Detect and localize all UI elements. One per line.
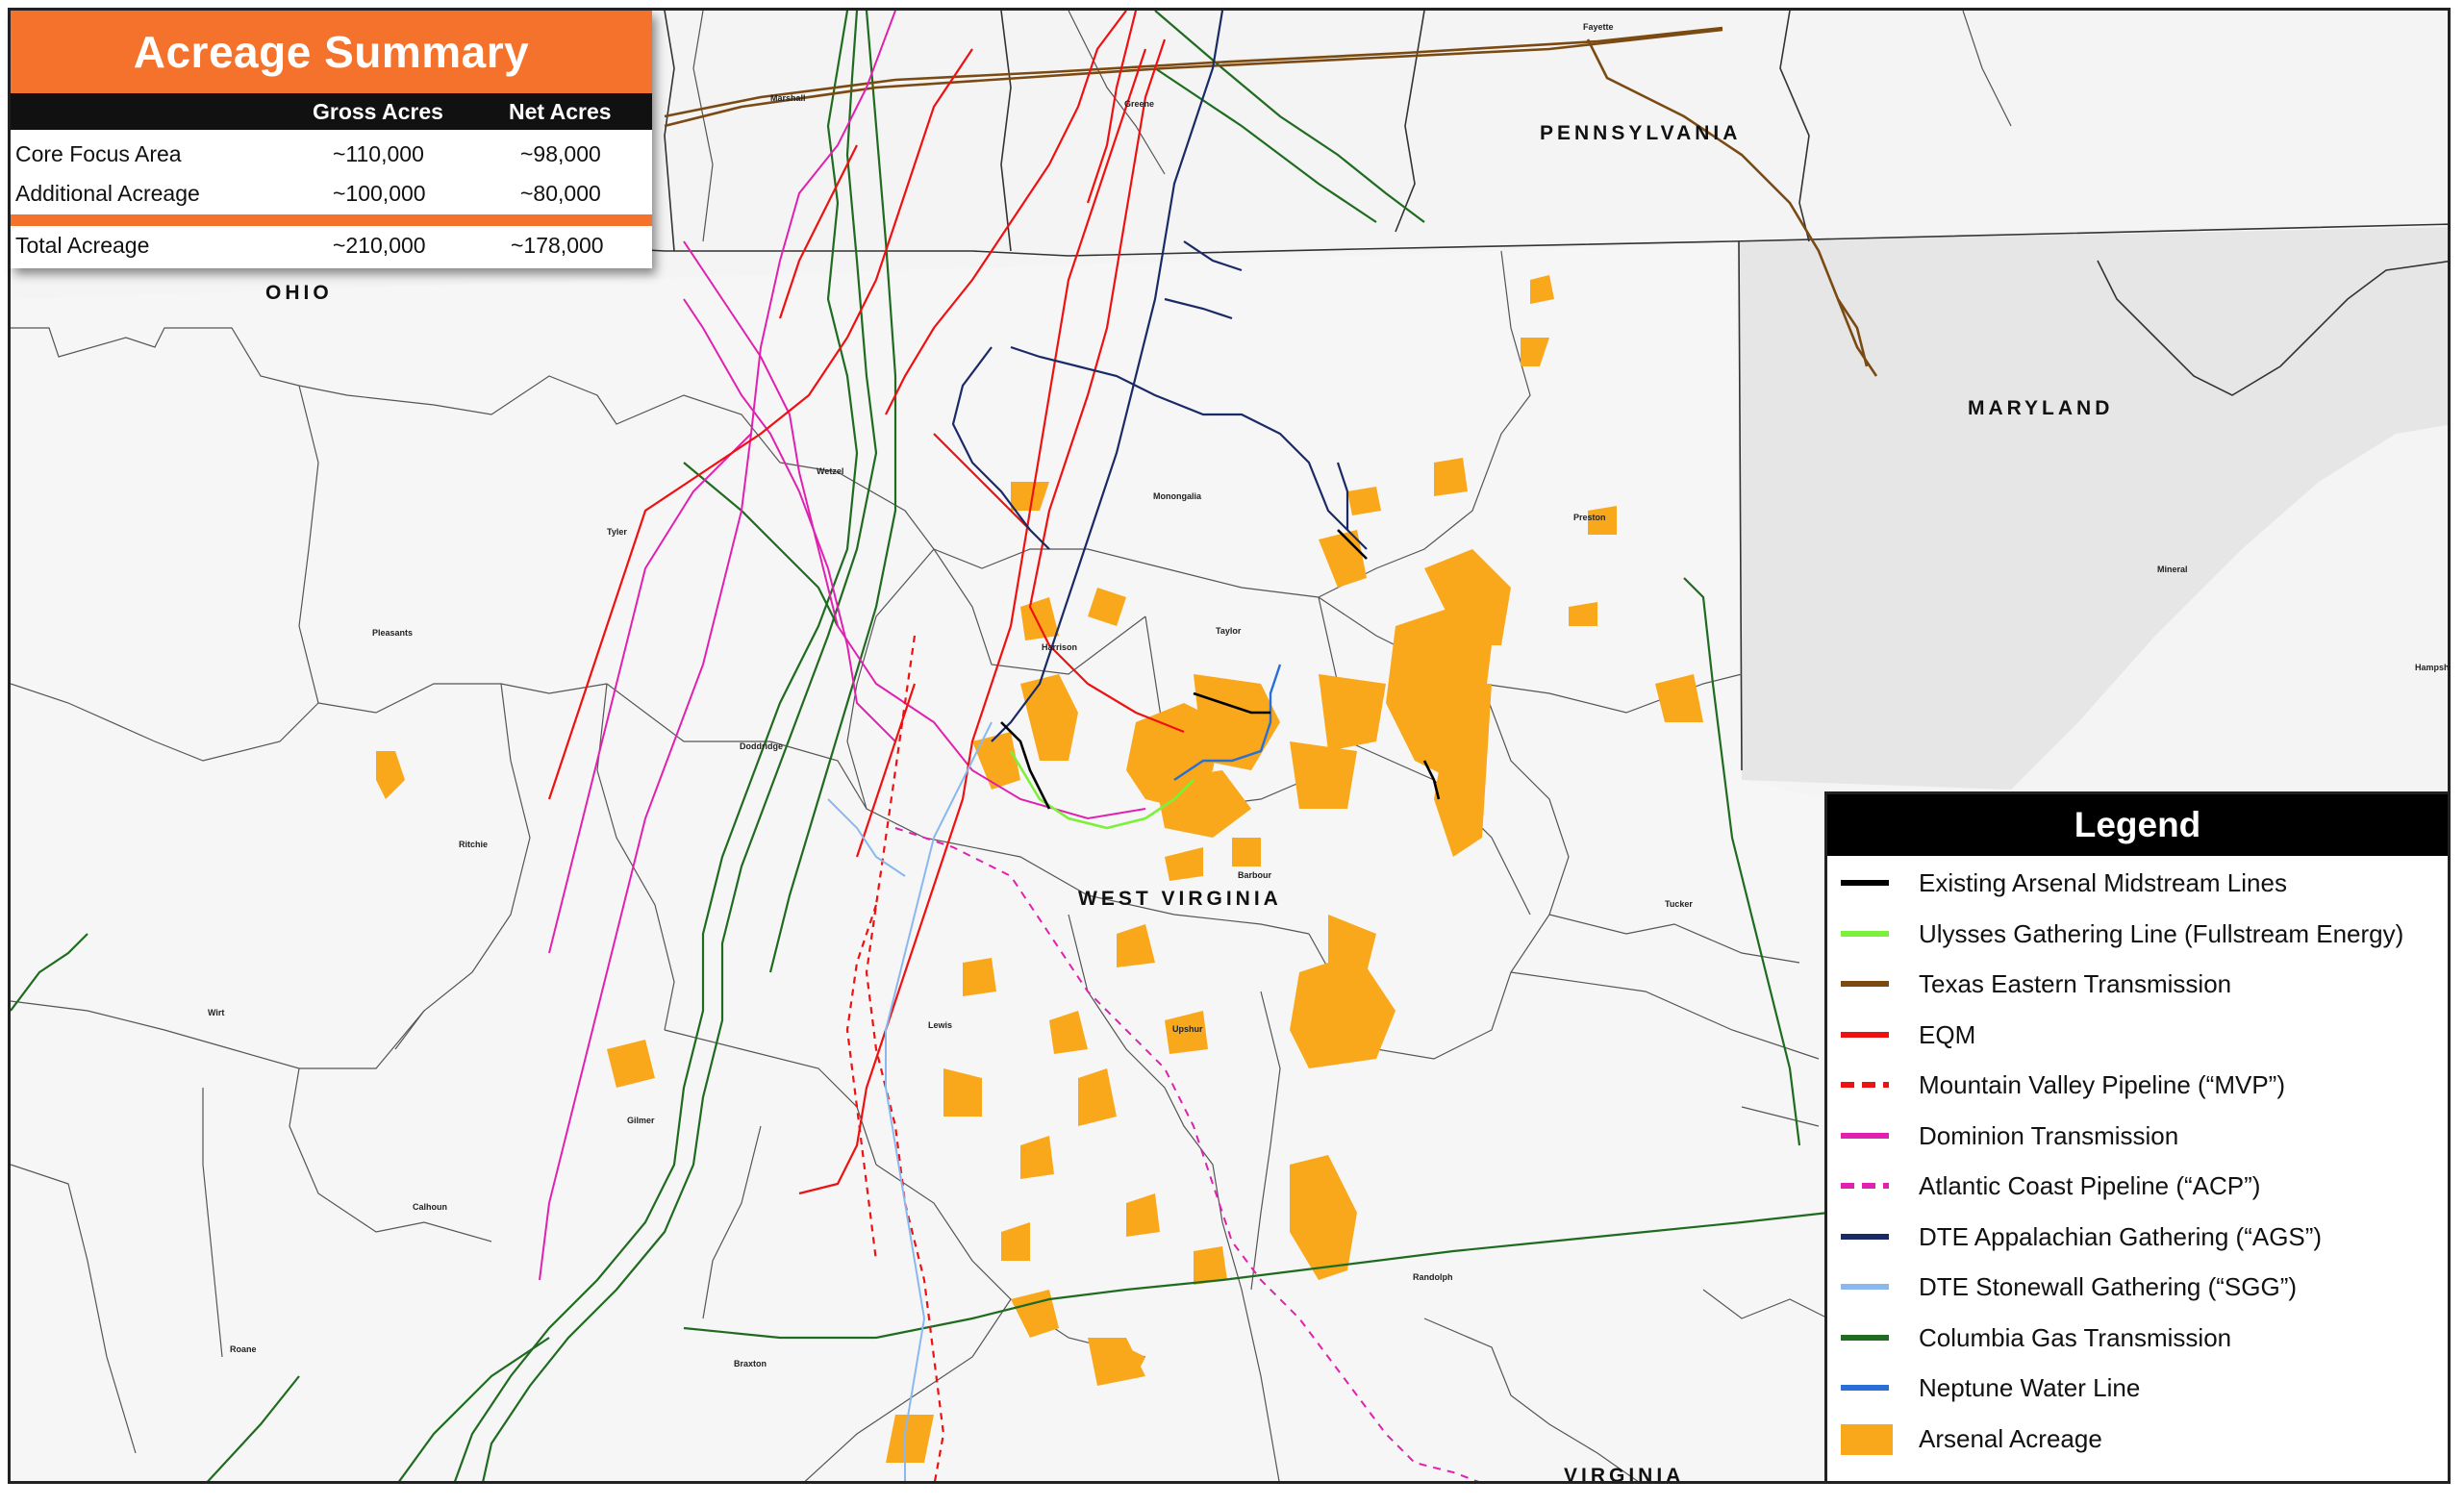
- county-label-greene: Greene: [1124, 99, 1154, 109]
- legend-label: Atlantic Coast Pipeline (“ACP”): [1919, 1171, 2260, 1201]
- legend-swatch: [1841, 1234, 1889, 1240]
- legend-item: Dominion Transmission: [1827, 1112, 2448, 1160]
- row-gross: ~100,000: [333, 181, 426, 207]
- legend-swatch: [1841, 981, 1889, 987]
- legend-item: Atlantic Coast Pipeline (“ACP”): [1827, 1162, 2448, 1210]
- total-gross: ~210,000: [333, 233, 426, 259]
- state-label-pennsylvania: PENNSYLVANIA: [1540, 122, 1741, 144]
- county-label-lewis: Lewis: [928, 1020, 952, 1030]
- legend-swatch: [1841, 1133, 1889, 1139]
- total-net: ~178,000: [511, 233, 604, 259]
- state-label-ohio: OHIO: [265, 282, 333, 304]
- county-label-preston: Preston: [1573, 513, 1606, 522]
- gross-acres-header: Gross Acres: [313, 99, 443, 125]
- row-net: ~98,000: [520, 141, 601, 167]
- legend-swatch: [1841, 1385, 1889, 1391]
- legend-title: Legend: [1827, 794, 2448, 856]
- county-label-hampshire: Hampshire: [2415, 663, 2451, 672]
- legend-label: DTE Stonewall Gathering (“SGG”): [1919, 1272, 2297, 1302]
- row-net: ~80,000: [520, 181, 601, 207]
- row-gross: ~110,000: [333, 141, 424, 167]
- legend-label: Ulysses Gathering Line (Fullstream Energ…: [1919, 919, 2403, 949]
- county-label-randolph: Randolph: [1413, 1272, 1453, 1282]
- legend-item: Existing Arsenal Midstream Lines: [1827, 859, 2448, 907]
- legend-item: DTE Appalachian Gathering (“AGS”): [1827, 1213, 2448, 1261]
- row-label: Additional Acreage: [15, 181, 200, 207]
- county-label-tyler: Tyler: [607, 527, 627, 537]
- legend-item: Mountain Valley Pipeline (“MVP”): [1827, 1061, 2448, 1109]
- legend-item: Neptune Water Line: [1827, 1364, 2448, 1412]
- legend-item: DTE Stonewall Gathering (“SGG”): [1827, 1263, 2448, 1311]
- state-label-virginia: VIRGINIA: [1564, 1465, 1684, 1484]
- legend-swatch: [1841, 1335, 1889, 1341]
- county-label-wirt: Wirt: [208, 1008, 224, 1017]
- county-label-wetzel: Wetzel: [817, 466, 843, 476]
- county-label-marshall: Marshall: [770, 93, 806, 103]
- map-legend: Legend Existing Arsenal Midstream Lines U…: [1824, 791, 2451, 1484]
- county-label-monongalia: Monongalia: [1153, 491, 1202, 501]
- county-label-roane: Roane: [230, 1344, 257, 1354]
- legend-label: DTE Appalachian Gathering (“AGS”): [1919, 1222, 2322, 1252]
- legend-label: Mountain Valley Pipeline (“MVP”): [1919, 1070, 2285, 1100]
- county-label-upshur: Upshur: [1172, 1024, 1203, 1034]
- legend-label: Existing Arsenal Midstream Lines: [1919, 868, 2287, 898]
- county-label-harrison: Harrison: [1042, 642, 1077, 652]
- legend-swatch: [1841, 880, 1889, 886]
- county-label-taylor: Taylor: [1216, 626, 1242, 636]
- county-label-mineral: Mineral: [2157, 565, 2188, 574]
- legend-item: Texas Eastern Transmission: [1827, 960, 2448, 1008]
- legend-label: Columbia Gas Transmission: [1919, 1323, 2231, 1353]
- county-label-tucker: Tucker: [1665, 899, 1693, 909]
- county-label-ritchie: Ritchie: [459, 840, 488, 849]
- legend-swatch: [1841, 1284, 1889, 1290]
- county-label-barbour: Barbour: [1238, 870, 1272, 880]
- legend-label: Arsenal Acreage: [1919, 1424, 2102, 1454]
- legend-item: EQM: [1827, 1011, 2448, 1059]
- legend-swatch: [1841, 1424, 1893, 1455]
- legend-swatch: [1841, 931, 1889, 937]
- county-label-pleasants: Pleasants: [372, 628, 413, 638]
- state-label-west-virginia: WEST VIRGINIA: [1078, 888, 1282, 910]
- total-label: Total Acreage: [15, 233, 149, 259]
- county-label-braxton: Braxton: [734, 1359, 767, 1368]
- legend-swatch: [1841, 1032, 1889, 1038]
- legend-label: Texas Eastern Transmission: [1919, 969, 2231, 999]
- row-label: Core Focus Area: [15, 141, 182, 167]
- county-label-fayette: Fayette: [1583, 22, 1614, 32]
- net-acres-header: Net Acres: [509, 99, 612, 125]
- legend-label: EQM: [1919, 1020, 1975, 1050]
- legend-item: Arsenal Acreage: [1827, 1415, 2448, 1463]
- legend-swatch: [1841, 1082, 1889, 1088]
- legend-label: Dominion Transmission: [1919, 1121, 2178, 1151]
- acreage-summary-header: Gross Acres Net Acres: [11, 93, 652, 130]
- acreage-summary-panel: Acreage Summary Gross Acres Net Acres Co…: [11, 11, 652, 268]
- legend-item: Columbia Gas Transmission: [1827, 1314, 2448, 1362]
- county-label-gilmer: Gilmer: [627, 1116, 655, 1125]
- legend-swatch: [1841, 1183, 1889, 1189]
- acreage-summary-title: Acreage Summary: [11, 11, 652, 93]
- state-label-maryland: MARYLAND: [1968, 397, 2113, 419]
- wv-region-shade: [11, 241, 1828, 1484]
- county-label-doddridge: Doddridge: [740, 741, 783, 751]
- summary-divider: [11, 214, 652, 226]
- county-label-calhoun: Calhoun: [413, 1202, 447, 1212]
- legend-label: Neptune Water Line: [1919, 1373, 2140, 1403]
- legend-item: Ulysses Gathering Line (Fullstream Energ…: [1827, 910, 2448, 958]
